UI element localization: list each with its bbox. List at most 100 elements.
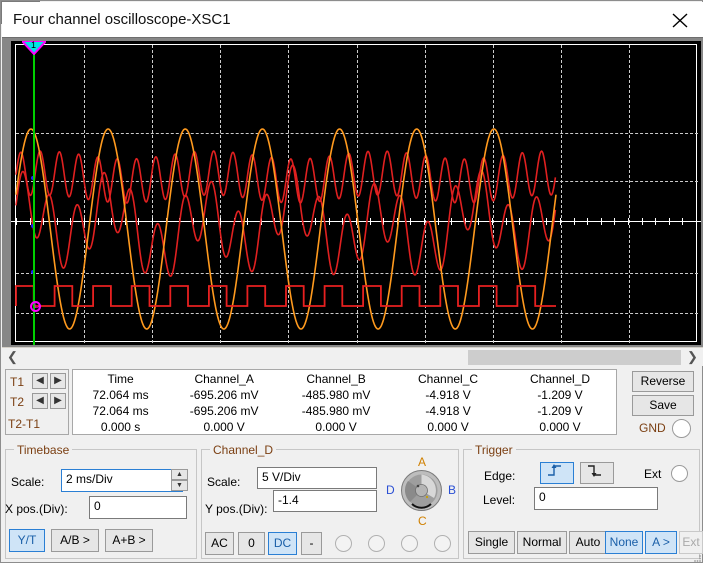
measurement-table: Time Channel_A Channel_B Channel_C Channel_D… — [73, 370, 616, 435]
table-cell: -695.206 mV — [189, 404, 259, 418]
scope-screen[interactable]: 1 D — [11, 41, 701, 345]
cursor-t2-right-button[interactable]: ▶ — [50, 393, 66, 409]
channel-radio-c[interactable] — [401, 535, 418, 552]
trigger-title: Trigger — [472, 443, 516, 457]
trigger-source-ext[interactable]: Ext — [679, 531, 703, 554]
trigger-ext-label: Ext — [644, 467, 662, 481]
trigger-mode-none[interactable]: None — [605, 531, 643, 554]
table-cell: -485.980 mV — [301, 404, 371, 418]
trigger-edge-label: Edge: — [484, 469, 516, 483]
oscilloscope-window: Four channel oscilloscope-XSC1 1 D ❮ ❯ T… — [0, 0, 703, 563]
trigger-level-input[interactable]: 0 — [534, 487, 658, 510]
rising-edge-icon — [548, 464, 561, 476]
table-header-cell: Channel_C — [418, 372, 479, 386]
waveform-channel-d — [15, 285, 556, 307]
table-cell: -4.918 V — [425, 388, 471, 402]
gnd-radio[interactable] — [672, 419, 691, 438]
trigger-ext-radio[interactable] — [671, 465, 688, 482]
table-cell: 0.000 s — [100, 420, 141, 434]
table-header-cell: Channel_B — [306, 372, 366, 386]
scrollbar-thumb[interactable] — [468, 350, 681, 365]
timebase-mode-apb[interactable]: A+B > — [105, 529, 153, 552]
close-button[interactable] — [657, 2, 703, 37]
cursor-controls-panel: T1 T2 T2-T1 ◀ ▶ ◀ ▶ — [5, 369, 69, 435]
trigger-falling-edge-button[interactable] — [580, 462, 614, 484]
trigger-mode-single[interactable]: Single — [468, 531, 515, 554]
table-row: 72.064 ms -695.206 mV -485.980 mV -4.918 V -… — [73, 403, 616, 419]
timebase-mode-ab[interactable]: A/B > — [51, 529, 99, 552]
table-header-cell: Channel_D — [529, 372, 591, 386]
timebase-mode-yt[interactable]: Y/T — [9, 529, 45, 552]
trigger-source-a[interactable]: A > — [645, 531, 677, 554]
table-cell: -1.209 V — [537, 388, 583, 402]
timebase-scale-label: Scale: — [11, 475, 45, 489]
cursor-delta-label: T2-T1 — [8, 417, 41, 431]
cursor-t1-left-button[interactable]: ◀ — [32, 373, 48, 389]
measurement-table-panel: Time Channel_A Channel_B Channel_C Channel_D… — [72, 369, 617, 435]
channel-radio-a[interactable] — [335, 535, 352, 552]
timebase-scale-stepper[interactable]: ▲ ▼ — [171, 469, 188, 491]
stepper-up-icon[interactable]: ▲ — [171, 469, 188, 480]
timebase-title: Timebase — [14, 443, 73, 457]
channel-title: Channel_D — [210, 443, 277, 457]
measurement-area: T1 T2 T2-T1 ◀ ▶ ◀ ▶ Time Channel_A Channel… — [2, 367, 703, 439]
coupling-ac-button[interactable]: AC — [205, 532, 234, 555]
save-button[interactable]: Save — [632, 395, 694, 416]
stepper-down-icon[interactable]: ▼ — [171, 480, 188, 491]
trigger-mode-auto[interactable]: Auto — [569, 531, 607, 554]
table-cell: -485.980 mV — [301, 388, 371, 402]
cursor-1-line[interactable] — [33, 41, 35, 345]
timebase-scale-input[interactable]: 2 ms/Div — [61, 469, 183, 492]
close-icon — [672, 13, 688, 28]
cursor-t2-left-button[interactable]: ◀ — [32, 393, 48, 409]
scroll-left-arrow-icon[interactable]: ❮ — [4, 348, 21, 366]
trigger-mode-normal[interactable]: Normal — [517, 531, 567, 554]
channel-ypos-input[interactable]: -1.4 — [273, 490, 377, 512]
timebase-xpos-input[interactable]: 0 — [89, 496, 187, 519]
channel-selector-knob[interactable] — [400, 469, 443, 512]
gnd-label: GND — [639, 421, 666, 435]
resize-grip-icon[interactable] — [693, 554, 702, 563]
knob-label-b[interactable]: B — [448, 483, 456, 497]
table-cell: -695.206 mV — [189, 388, 259, 402]
table-row: 72.064 ms -695.206 mV -485.980 mV -4.918 V -… — [73, 387, 616, 403]
knob-label-a[interactable]: A — [418, 455, 426, 469]
cursor-t2-label: T2 — [10, 395, 25, 409]
channel-radio-b[interactable] — [368, 535, 385, 552]
table-body: 72.064 ms -695.206 mV -485.980 mV -4.918 V -… — [73, 387, 616, 435]
channel-scale-label: Scale: — [207, 475, 241, 489]
table-cell: 72.064 ms — [92, 404, 149, 418]
channel-radio-d[interactable] — [434, 535, 451, 552]
horizontal-scrollbar[interactable]: ❮ ❯ — [2, 347, 703, 366]
table-cell: 0.000 V — [203, 420, 245, 434]
cursor-t1-right-button[interactable]: ▶ — [50, 373, 66, 389]
scope-display-frame: 1 D — [2, 37, 703, 347]
table-row: 0.000 s 0.000 V 0.000 V 0.000 V 0.000 V — [73, 419, 616, 435]
table-cell: -1.209 V — [537, 404, 583, 418]
trigger-level-label: Level: — [483, 493, 516, 507]
channel-d-offset-marker[interactable]: D — [30, 301, 41, 312]
coupling-dash-button[interactable]: - — [301, 532, 322, 555]
table-header-cell: Channel_A — [194, 372, 254, 386]
table-header-cell: Time — [107, 372, 134, 386]
channel-scale-input[interactable]: 5 V/Div — [257, 467, 377, 489]
channel-ypos-label: Y pos.(Div): — [205, 502, 268, 516]
waveform-canvas — [15, 128, 557, 330]
cursor-t1-label: T1 — [10, 375, 25, 389]
title-bar: Four channel oscilloscope-XSC1 — [2, 2, 703, 37]
timebase-xpos-label: X pos.(Div): — [5, 502, 68, 516]
table-header-row: Time Channel_A Channel_B Channel_C Channel_D — [73, 370, 616, 387]
table-cell: 72.064 ms — [92, 388, 149, 402]
knob-label-d[interactable]: D — [386, 483, 395, 497]
reverse-save-panel: Reverse Save GND — [624, 367, 703, 439]
knob-label-c[interactable]: C — [418, 514, 427, 528]
trigger-rising-edge-button[interactable] — [540, 462, 574, 484]
coupling-zero-button[interactable]: 0 — [238, 532, 265, 555]
coupling-dc-button[interactable]: DC — [268, 532, 297, 555]
table-cell: -4.918 V — [425, 404, 471, 418]
falling-edge-icon — [588, 465, 601, 477]
table-cell: 0.000 V — [427, 420, 469, 434]
scroll-right-arrow-icon[interactable]: ❯ — [684, 348, 701, 366]
table-cell: 0.000 V — [315, 420, 357, 434]
reverse-button[interactable]: Reverse — [632, 371, 694, 392]
